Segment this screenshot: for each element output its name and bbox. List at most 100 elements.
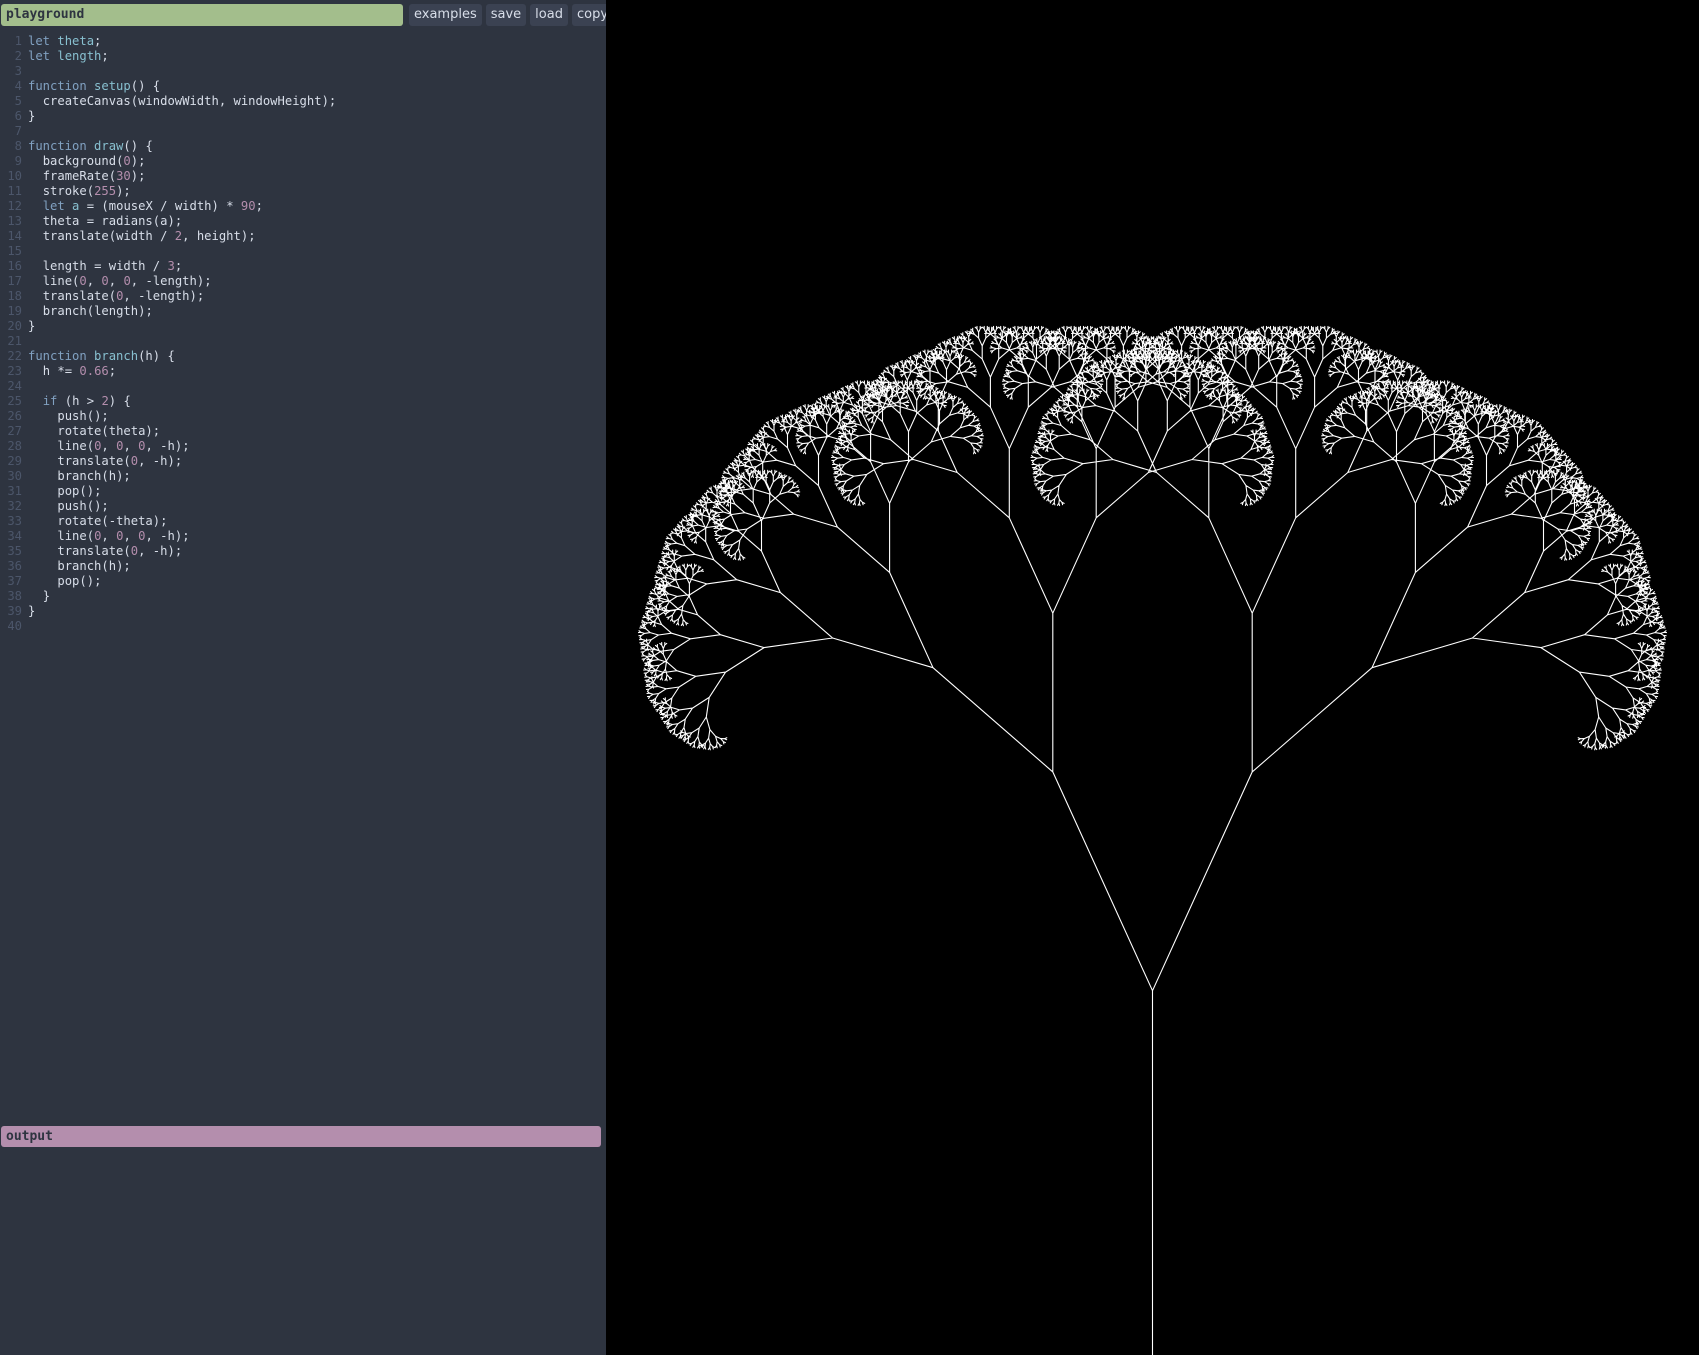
line-number: 3 <box>14 64 22 78</box>
line-number: 36 <box>7 559 22 573</box>
code-line[interactable]: 28 line(0, 0, 0, -h); <box>0 439 606 454</box>
code-line[interactable]: 22 function branch(h) { <box>0 349 606 364</box>
code-line[interactable]: 1 let theta; <box>0 34 606 49</box>
line-number: 22 <box>7 349 22 363</box>
line-number: 30 <box>7 469 22 483</box>
code-line[interactable]: 15 <box>0 244 606 259</box>
code-text: rotate(-theta); <box>57 514 168 528</box>
code-editor[interactable]: 1 let theta; 2 let length; 3 4 function setup(… <box>0 34 606 1124</box>
examples-button[interactable]: examples <box>409 4 482 26</box>
code-line[interactable]: 3 <box>0 64 606 79</box>
line-number: 34 <box>7 529 22 543</box>
line-number: 25 <box>7 394 22 408</box>
line-number: 26 <box>7 409 22 423</box>
output-console[interactable] <box>0 1150 606 1355</box>
code-line[interactable]: 6} <box>0 109 606 124</box>
code-line[interactable]: 26 push(); <box>0 409 606 424</box>
code-line[interactable]: 13 theta = radians(a); <box>0 214 606 229</box>
code-text: stroke(255); <box>42 184 131 198</box>
line-number: 9 <box>14 154 22 168</box>
code-line[interactable]: 35 translate(0, -h); <box>0 544 606 559</box>
output-header: output <box>1 1126 601 1147</box>
line-number: 28 <box>7 439 22 453</box>
code-line[interactable]: 18 translate(0, -length); <box>0 289 606 304</box>
code-line[interactable]: 27 rotate(theta); <box>0 424 606 439</box>
sketch-title-bar[interactable]: playground <box>1 4 403 26</box>
code-text: pop(); <box>57 574 102 588</box>
code-line[interactable]: 23 h *= 0.66; <box>0 364 606 379</box>
line-number: 16 <box>7 259 22 273</box>
code-line[interactable]: 4 function setup() { <box>0 79 606 94</box>
code-line[interactable]: 25 if (h > 2) { <box>0 394 606 409</box>
line-number: 10 <box>7 169 22 183</box>
sketch-canvas[interactable] <box>606 0 1699 1355</box>
line-number: 32 <box>7 499 22 513</box>
line-number: 23 <box>7 364 22 378</box>
code-line[interactable]: 31 pop(); <box>0 484 606 499</box>
code-line[interactable]: 33 rotate(-theta); <box>0 514 606 529</box>
code-line[interactable]: 8 function draw() { <box>0 139 606 154</box>
code-line[interactable]: 32 push(); <box>0 499 606 514</box>
line-number: 38 <box>7 589 22 603</box>
code-text: frameRate(30); <box>42 169 146 183</box>
line-number: 17 <box>7 274 22 288</box>
code-text: } <box>28 604 36 618</box>
code-text: translate(0, -h); <box>57 454 183 468</box>
code-line[interactable]: 38 } <box>0 589 606 604</box>
code-text: pop(); <box>57 484 102 498</box>
line-number: 5 <box>14 94 22 108</box>
code-line[interactable]: 29 translate(0, -h); <box>0 454 606 469</box>
load-button[interactable]: load <box>530 4 568 26</box>
line-number: 4 <box>14 79 22 93</box>
code-line[interactable]: 16 length = width / 3; <box>0 259 606 274</box>
code-line[interactable]: 12 let a = (mouseX / width) * 90; <box>0 199 606 214</box>
toolbar: examples save load copy <box>409 4 614 26</box>
code-text: let theta; <box>28 34 102 48</box>
code-text: branch(h); <box>57 469 131 483</box>
code-text: translate(width / 2, height); <box>42 229 256 243</box>
line-number: 39 <box>7 604 22 618</box>
code-text: rotate(theta); <box>57 424 161 438</box>
code-text: translate(0, -h); <box>57 544 183 558</box>
line-number: 37 <box>7 574 22 588</box>
output-title: output <box>6 1129 53 1144</box>
code-text: h *= 0.66; <box>42 364 117 378</box>
save-button[interactable]: save <box>485 4 527 26</box>
code-text: } <box>28 319 36 333</box>
line-number: 24 <box>7 379 22 393</box>
code-line[interactable]: 7 <box>0 124 606 139</box>
fractal-tree-drawing <box>637 325 1668 1355</box>
code-line[interactable]: 30 branch(h); <box>0 469 606 484</box>
line-number: 12 <box>7 199 22 213</box>
code-line[interactable]: 34 line(0, 0, 0, -h); <box>0 529 606 544</box>
code-text: function draw() { <box>28 139 153 153</box>
line-number: 20 <box>7 319 22 333</box>
line-number: 33 <box>7 514 22 528</box>
code-line[interactable]: 10 frameRate(30); <box>0 169 606 184</box>
code-line[interactable]: 36 branch(h); <box>0 559 606 574</box>
code-line[interactable]: 9 background(0); <box>0 154 606 169</box>
code-line[interactable]: 39} <box>0 604 606 619</box>
code-line[interactable]: 19 branch(length); <box>0 304 606 319</box>
editor-panel: playground examples save load copy 1 let … <box>0 0 614 1355</box>
line-number: 21 <box>7 334 22 348</box>
code-line[interactable]: 5 createCanvas(windowWidth, windowHeight… <box>0 94 606 109</box>
line-number: 27 <box>7 424 22 438</box>
code-line[interactable]: 37 pop(); <box>0 574 606 589</box>
code-line[interactable]: 40 <box>0 619 606 634</box>
code-line[interactable]: 2 let length; <box>0 49 606 64</box>
code-text: length = width / 3; <box>42 259 183 273</box>
code-text: push(); <box>57 409 109 423</box>
line-number: 35 <box>7 544 22 558</box>
line-number: 40 <box>7 619 22 633</box>
code-line[interactable]: 17 line(0, 0, 0, -length); <box>0 274 606 289</box>
code-line[interactable]: 24 <box>0 379 606 394</box>
code-line[interactable]: 20} <box>0 319 606 334</box>
code-text: function branch(h) { <box>28 349 175 363</box>
code-text: line(0, 0, 0, -length); <box>42 274 212 288</box>
code-line[interactable]: 14 translate(width / 2, height); <box>0 229 606 244</box>
line-number: 19 <box>7 304 22 318</box>
code-line[interactable]: 21 <box>0 334 606 349</box>
code-line[interactable]: 11 stroke(255); <box>0 184 606 199</box>
line-number: 14 <box>7 229 22 243</box>
